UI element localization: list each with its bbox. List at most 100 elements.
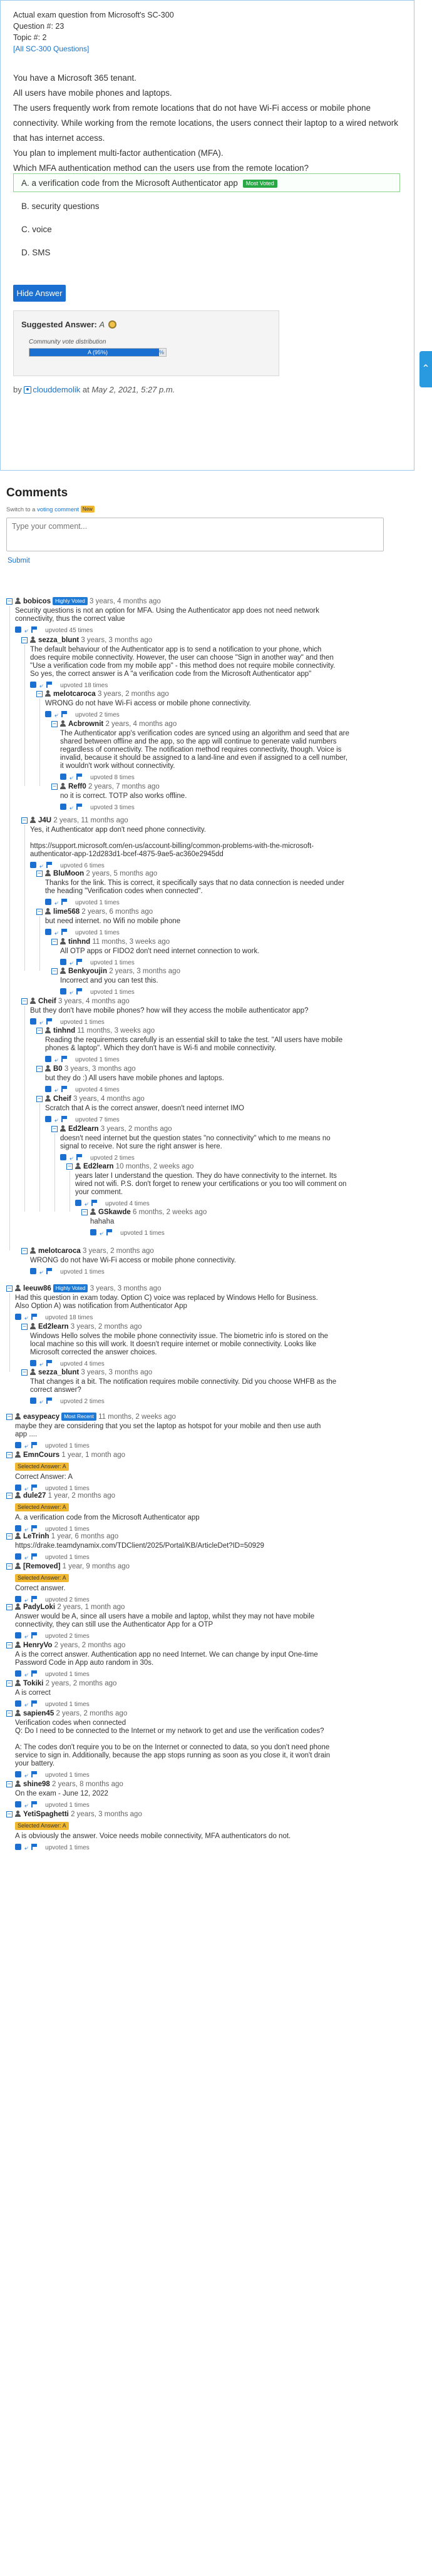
thumbs-up-icon[interactable] (15, 1485, 21, 1491)
flag-icon[interactable] (46, 1018, 53, 1025)
collapse-icon[interactable]: − (6, 1781, 13, 1787)
flag-icon[interactable] (46, 1398, 53, 1404)
collapse-icon[interactable]: − (51, 784, 58, 790)
flag-icon[interactable] (31, 1771, 38, 1777)
reply-icon[interactable]: ⤶ (39, 1019, 43, 1026)
comment-username[interactable]: LeTrinh (23, 1533, 49, 1540)
comment-username[interactable]: HenryVo (23, 1642, 52, 1649)
reply-icon[interactable]: ⤶ (54, 1086, 58, 1094)
comment-username[interactable]: sapien45 (23, 1710, 54, 1717)
collapse-icon[interactable]: − (36, 1096, 43, 1102)
collapse-icon[interactable]: − (6, 1285, 13, 1292)
thumbs-up-icon[interactable] (45, 1056, 51, 1062)
comment-username[interactable]: J4U (38, 817, 51, 824)
thumbs-up-icon[interactable] (30, 1360, 36, 1366)
flag-icon[interactable] (31, 1632, 38, 1638)
flag-icon[interactable] (46, 862, 53, 868)
flag-icon[interactable] (31, 1442, 38, 1448)
thumbs-up-icon[interactable] (30, 682, 36, 688)
hide-answer-button[interactable]: Hide Answer (13, 285, 66, 302)
reply-icon[interactable]: ⤶ (24, 1314, 28, 1322)
comment-username[interactable]: dule27 (23, 1492, 46, 1500)
thumbs-up-icon[interactable] (15, 626, 21, 633)
flag-icon[interactable] (31, 1801, 38, 1807)
thumbs-up-icon[interactable] (60, 1154, 66, 1160)
reply-icon[interactable]: ⤶ (69, 804, 73, 812)
collapse-icon[interactable]: − (6, 1604, 13, 1610)
collapse-icon[interactable]: − (36, 691, 43, 697)
reply-icon[interactable]: ⤶ (24, 1701, 28, 1709)
thumbs-up-icon[interactable] (15, 1844, 21, 1850)
comment-username[interactable]: EmnCours (23, 1451, 59, 1459)
comment-username[interactable]: Tokiki (23, 1680, 43, 1687)
thumbs-up-icon[interactable] (45, 1086, 51, 1092)
thumbs-up-icon[interactable] (15, 1314, 21, 1320)
comment-username[interactable]: YetiSpaghetti (23, 1811, 69, 1818)
flag-icon[interactable] (31, 1525, 38, 1531)
comment-username[interactable]: Reff0 (68, 783, 86, 790)
comment-username[interactable]: Ed2learn (68, 1125, 99, 1133)
comment-username[interactable]: tinhnd (68, 938, 90, 946)
comment-username[interactable]: PadyLoki (23, 1603, 55, 1611)
thumbs-up-icon[interactable] (45, 1116, 51, 1122)
thumbs-up-icon[interactable] (45, 929, 51, 935)
reply-icon[interactable]: ⤶ (24, 1526, 28, 1533)
collapse-icon[interactable]: − (21, 1369, 28, 1376)
flag-icon[interactable] (31, 1844, 38, 1850)
voting-comment-link[interactable]: voting comment (37, 506, 79, 513)
reply-icon[interactable]: ⤶ (24, 1772, 28, 1779)
collapse-icon[interactable]: − (6, 1533, 13, 1540)
flag-icon[interactable] (76, 804, 83, 810)
collapse-icon[interactable]: − (36, 1028, 43, 1034)
flag-icon[interactable] (31, 1596, 38, 1602)
comment-username[interactable]: tinhnd (53, 1027, 75, 1035)
collapse-icon[interactable]: − (51, 1126, 58, 1132)
collapse-icon[interactable]: − (6, 1710, 13, 1717)
thumbs-up-icon[interactable] (30, 862, 36, 868)
reply-icon[interactable]: ⤶ (69, 959, 73, 967)
thumbs-up-icon[interactable] (30, 1268, 36, 1274)
reply-icon[interactable]: ⤶ (54, 929, 58, 937)
flag-icon[interactable] (31, 1314, 38, 1320)
reply-icon[interactable]: ⤶ (24, 1485, 28, 1493)
flag-icon[interactable] (46, 1268, 53, 1274)
comment-input[interactable] (6, 518, 384, 551)
collapse-icon[interactable]: − (6, 1493, 13, 1499)
reply-icon[interactable]: ⤶ (39, 1398, 43, 1406)
flag-icon[interactable] (91, 1200, 98, 1206)
thumbs-up-icon[interactable] (15, 1670, 21, 1677)
comment-username[interactable]: melotcaroca (38, 1247, 81, 1255)
reply-icon[interactable]: ⤶ (24, 1844, 28, 1852)
comment-username[interactable]: sezza_blunt (38, 636, 79, 644)
flag-icon[interactable] (31, 1700, 38, 1707)
flag-icon[interactable] (31, 1670, 38, 1677)
comment-username[interactable]: [Removed] (23, 1563, 60, 1570)
submit-button[interactable]: Submit (8, 557, 30, 565)
flag-icon[interactable] (61, 1056, 68, 1062)
comment-username[interactable]: BluMoon (53, 870, 84, 877)
reply-icon[interactable]: ⤶ (24, 1443, 28, 1450)
collapse-icon[interactable]: − (6, 1414, 13, 1420)
collapse-icon[interactable]: − (36, 871, 43, 877)
collapse-icon[interactable]: − (81, 1209, 88, 1215)
flag-icon[interactable] (61, 899, 68, 905)
collapse-icon[interactable]: − (66, 1163, 73, 1170)
comment-username[interactable]: Cheif (38, 998, 56, 1005)
thumbs-up-icon[interactable] (15, 1700, 21, 1707)
collapse-icon[interactable]: − (6, 1680, 13, 1687)
thumbs-up-icon[interactable] (60, 988, 66, 994)
reply-icon[interactable]: ⤶ (69, 1155, 73, 1162)
collapse-icon[interactable]: − (21, 998, 28, 1004)
collapse-icon[interactable]: − (21, 1248, 28, 1254)
flag-icon[interactable] (31, 1553, 38, 1560)
flag-icon[interactable] (106, 1229, 113, 1235)
thumbs-up-icon[interactable] (30, 1018, 36, 1025)
thumbs-up-icon[interactable] (15, 1553, 21, 1560)
collapse-icon[interactable]: − (21, 1324, 28, 1330)
choice-c[interactable]: C. voice (13, 220, 400, 238)
reply-icon[interactable]: ⤶ (85, 1200, 88, 1208)
comment-username[interactable]: sezza_blunt (38, 1369, 79, 1376)
author-link[interactable]: clouddemolik (33, 385, 80, 394)
all-questions-link[interactable]: [All SC-300 Questions] (13, 44, 89, 53)
flag-icon[interactable] (61, 929, 68, 935)
